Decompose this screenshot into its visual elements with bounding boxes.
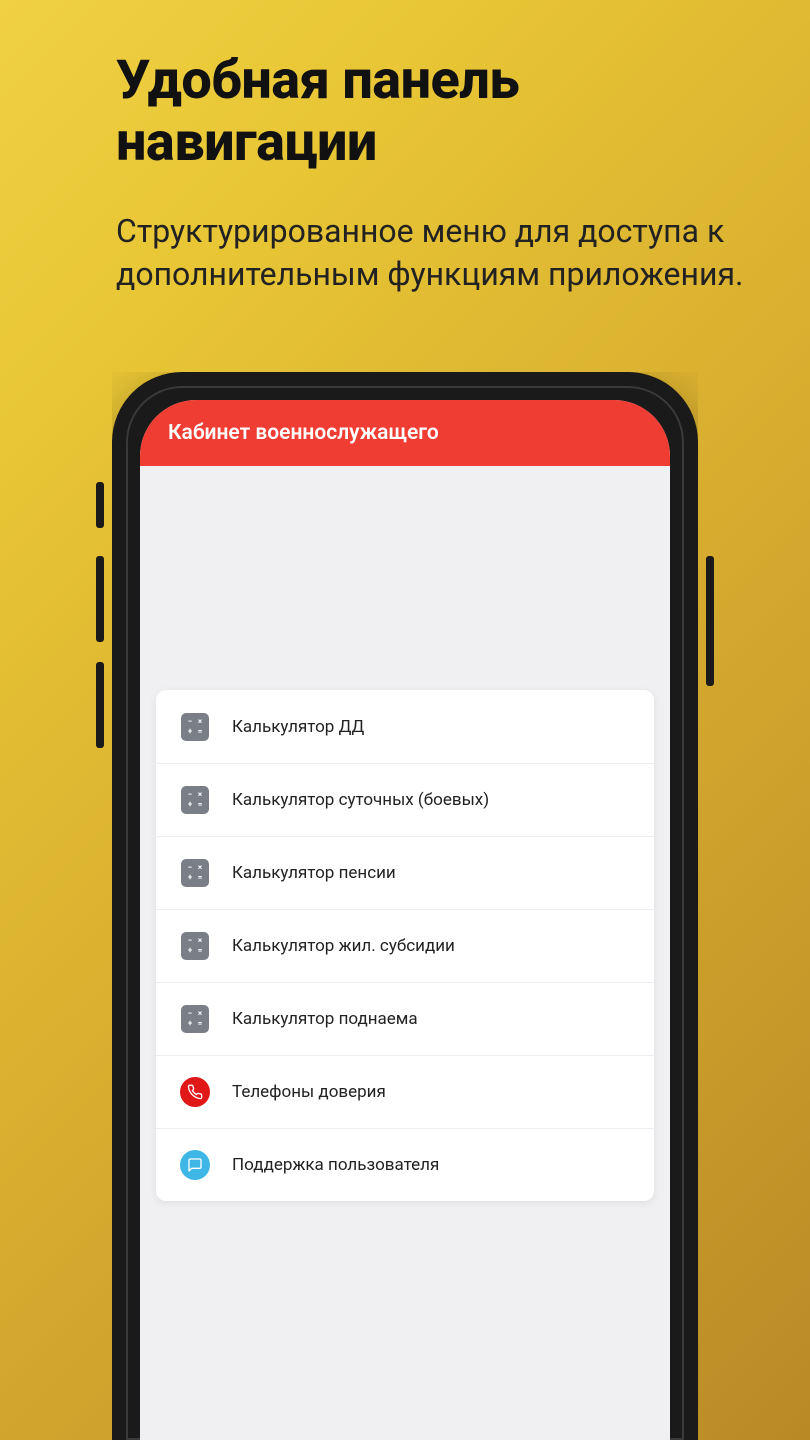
- promo-heading: Удобная панель навигации: [116, 50, 750, 174]
- phone-icon: [180, 1077, 210, 1107]
- phone-mockup: Кабинет военнослужащего −×+= Калькулятор…: [112, 372, 698, 1440]
- menu-item-label: Калькулятор пенсии: [232, 863, 396, 883]
- calculator-icon: −×+=: [180, 712, 210, 742]
- menu-item-label: Калькулятор суточных (боевых): [232, 790, 489, 810]
- calculator-icon: −×+=: [180, 1004, 210, 1034]
- menu-item-calc-subsidy[interactable]: −×+= Калькулятор жил. субсидии: [156, 909, 654, 982]
- menu-item-hotlines[interactable]: Телефоны доверия: [156, 1055, 654, 1128]
- menu-card: −×+= Калькулятор ДД −×+= Калькулятор сут…: [156, 690, 654, 1201]
- calculator-icon: −×+=: [180, 785, 210, 815]
- promo-subheading: Структурированное меню для доступа к доп…: [116, 210, 750, 296]
- menu-item-calc-rent[interactable]: −×+= Калькулятор поднаема: [156, 982, 654, 1055]
- calculator-icon: −×+=: [180, 858, 210, 888]
- menu-item-label: Калькулятор ДД: [232, 717, 364, 737]
- phone-side-button: [96, 556, 104, 642]
- phone-side-button: [96, 662, 104, 748]
- phone-side-button: [706, 556, 714, 686]
- phone-frame: Кабинет военнослужащего −×+= Калькулятор…: [112, 372, 698, 1440]
- app-header-title: Кабинет военнослужащего: [168, 421, 439, 445]
- menu-item-label: Поддержка пользователя: [232, 1155, 439, 1175]
- app-body: −×+= Калькулятор ДД −×+= Калькулятор сут…: [140, 466, 670, 1201]
- menu-item-calc-pension[interactable]: −×+= Калькулятор пенсии: [156, 836, 654, 909]
- calculator-icon: −×+=: [180, 931, 210, 961]
- menu-item-calc-daily[interactable]: −×+= Калькулятор суточных (боевых): [156, 763, 654, 836]
- menu-item-label: Калькулятор поднаема: [232, 1009, 418, 1029]
- menu-item-label: Калькулятор жил. субсидии: [232, 936, 455, 956]
- phone-screen: Кабинет военнослужащего −×+= Калькулятор…: [140, 400, 670, 1440]
- support-icon: [180, 1150, 210, 1180]
- menu-item-label: Телефоны доверия: [232, 1082, 386, 1102]
- menu-item-support[interactable]: Поддержка пользователя: [156, 1128, 654, 1201]
- app-header: Кабинет военнослужащего: [140, 400, 670, 466]
- menu-item-calc-dd[interactable]: −×+= Калькулятор ДД: [156, 690, 654, 763]
- phone-side-button: [96, 482, 104, 528]
